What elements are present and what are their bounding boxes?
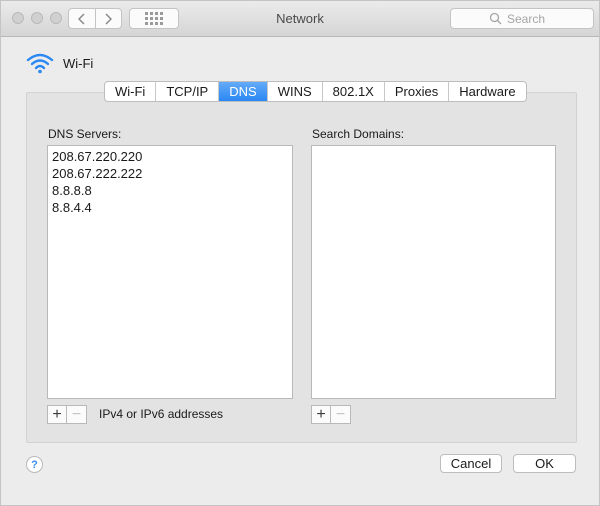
forward-button[interactable] xyxy=(94,9,122,28)
help-button[interactable]: ? xyxy=(26,456,43,473)
add-search-domain-button[interactable]: + xyxy=(311,405,331,424)
search-domains-label: Search Domains: xyxy=(312,127,405,141)
interface-name: Wi-Fi xyxy=(63,55,94,71)
dns-servers-label: DNS Servers: xyxy=(48,127,122,141)
chevron-left-icon xyxy=(77,12,85,25)
cancel-button[interactable]: Cancel xyxy=(440,454,502,473)
tab-wifi[interactable]: Wi-Fi xyxy=(105,82,155,101)
interface-header: Wi-Fi xyxy=(26,52,93,74)
ok-button[interactable]: OK xyxy=(513,454,576,473)
tab-dns[interactable]: DNS xyxy=(218,82,267,101)
zoom-window-button[interactable] xyxy=(50,12,62,24)
search-icon xyxy=(489,12,502,25)
wifi-icon xyxy=(26,53,54,74)
dns-servers-list[interactable]: 208.67.220.220 208.67.222.222 8.8.8.8 8.… xyxy=(47,145,293,399)
close-window-button[interactable] xyxy=(12,12,24,24)
add-dns-server-button[interactable]: + xyxy=(47,405,67,424)
list-item[interactable]: 8.8.8.8 xyxy=(48,182,292,199)
search-domains-controls: + − xyxy=(311,405,351,424)
tab-hardware[interactable]: Hardware xyxy=(448,82,525,101)
search-input[interactable] xyxy=(507,11,555,26)
minimize-window-button[interactable] xyxy=(31,12,43,24)
remove-dns-server-button[interactable]: − xyxy=(67,405,87,424)
show-all-button[interactable] xyxy=(129,8,179,29)
tab-8021x[interactable]: 802.1X xyxy=(321,82,384,101)
navigation-buttons xyxy=(68,8,122,29)
list-item[interactable]: 8.8.4.4 xyxy=(48,199,292,216)
search-field[interactable] xyxy=(450,8,594,29)
network-preferences-window: Network Wi-Fi Wi-Fi TCP/IP DNS WINS 802.… xyxy=(0,0,600,506)
tab-proxies[interactable]: Proxies xyxy=(383,82,448,101)
search-domains-list[interactable] xyxy=(311,145,556,399)
tab-bar: Wi-Fi TCP/IP DNS WINS 802.1X Proxies Har… xyxy=(104,81,527,102)
tab-tcpip[interactable]: TCP/IP xyxy=(155,82,218,101)
tab-wins[interactable]: WINS xyxy=(266,82,322,101)
dns-hint-text: IPv4 or IPv6 addresses xyxy=(99,407,224,421)
remove-search-domain-button[interactable]: − xyxy=(331,405,351,424)
title-bar: Network xyxy=(1,1,599,37)
dns-servers-controls: + − xyxy=(47,405,87,424)
back-button[interactable] xyxy=(69,9,95,28)
grid-icon xyxy=(145,12,163,25)
chevron-right-icon xyxy=(105,12,113,25)
list-item[interactable]: 208.67.220.220 xyxy=(48,148,292,165)
list-item[interactable]: 208.67.222.222 xyxy=(48,165,292,182)
